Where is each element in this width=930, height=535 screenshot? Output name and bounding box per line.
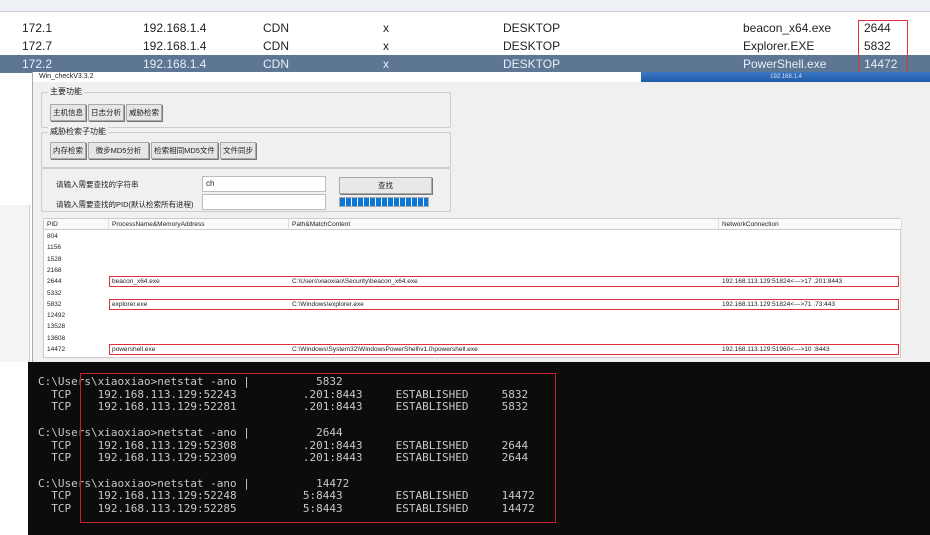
table-row[interactable]: 2168	[44, 265, 902, 276]
cell-pid: 1528	[47, 255, 62, 263]
main-functions-group: 主要功能 主机信息 日志分析 威胁检索	[41, 86, 451, 128]
cell-user: x	[383, 39, 389, 53]
col-network[interactable]: NetworkConnection	[719, 219, 902, 230]
cell-host: CDN	[263, 57, 289, 71]
cell-pid: 804	[47, 233, 58, 240]
session-row[interactable]: 172.1 192.168.1.4 CDN x DESKTOP beacon_x64.ex…	[0, 19, 930, 37]
table-row[interactable]: 5332	[44, 288, 902, 299]
cell-int_ip: 192.168.1.4	[143, 21, 207, 35]
same-md5-search-button[interactable]: 检索相同MD5文件	[151, 142, 218, 159]
string-label: 请输入需要查找的字符串	[56, 180, 139, 189]
cell-process: PowerShell.exe	[743, 57, 827, 71]
pid-input[interactable]	[202, 194, 326, 210]
table-row[interactable]: 5832 explorer.exe C:\Windows\explorer.exe 1…	[44, 298, 902, 310]
string-input[interactable]: ch	[202, 176, 326, 192]
table-row[interactable]: 12492	[44, 310, 902, 321]
cell-computer: DESKTOP	[503, 57, 561, 71]
cell-ext_ip: 172.2	[22, 57, 53, 71]
cell-process: Explorer.EXE	[743, 39, 815, 53]
table-row[interactable]: 13608	[44, 333, 902, 344]
table-row[interactable]: 14472 powershell.exe C:\Windows\System32\W…	[44, 344, 902, 355]
table-row[interactable]: 1156	[44, 242, 902, 253]
top-table-header	[0, 0, 930, 12]
session-row[interactable]: 172.7 192.168.1.4 CDN x DESKTOP Explorer.EXE 5…	[0, 37, 930, 55]
cell-ext_ip: 172.1	[22, 21, 53, 35]
cell-computer: DESKTOP	[503, 39, 561, 53]
netstat-highlight	[80, 373, 556, 523]
cell-user: x	[383, 57, 389, 71]
cell-computer: DESKTOP	[503, 21, 561, 35]
left-partial-panel	[0, 205, 30, 362]
cell-int_ip: 192.168.1.4	[143, 57, 207, 71]
search-progress-bar	[339, 197, 429, 207]
cell-pid: 14472	[47, 346, 66, 353]
cell-pid: 12492	[47, 312, 66, 320]
cell-int_ip: 192.168.1.4	[143, 39, 207, 53]
memory-search-button[interactable]: 内存检索	[50, 142, 86, 159]
cell-host: CDN	[263, 21, 289, 35]
find-button[interactable]: 查找	[339, 177, 432, 194]
row-highlight	[109, 344, 899, 355]
cell-user: x	[383, 21, 389, 35]
row-highlight	[109, 298, 899, 310]
session-ip: 192.168.1.4	[770, 74, 802, 80]
table-row[interactable]: 13528	[44, 321, 902, 332]
md5-analysis-button[interactable]: 微步MD5分析	[88, 142, 149, 159]
session-row[interactable]: 172.2 192.168.1.4 CDN x DESKTOP PowerShell.ex…	[0, 55, 930, 73]
group-label: 主要功能	[48, 86, 84, 97]
cell-pid: 13608	[47, 334, 66, 342]
file-sync-button[interactable]: 文件同步	[220, 142, 256, 159]
cell-ext_ip: 172.7	[22, 39, 53, 53]
log-analysis-button[interactable]: 日志分析	[88, 104, 124, 121]
host-info-button[interactable]: 主机信息	[50, 104, 86, 121]
search-group: 请输入需要查找的字符串 ch 请输入需要查找的PID(默认检索所有进程) 查找	[41, 168, 451, 212]
col-process-name[interactable]: ProcessName&MemoryAddress	[109, 219, 289, 230]
table-row[interactable]: 804	[44, 231, 902, 242]
group-label: 威胁检索子功能	[48, 126, 108, 137]
cell-pid: 13528	[47, 323, 66, 331]
col-path[interactable]: Path&MatchContent	[289, 219, 719, 230]
cell-pid: 2644	[47, 278, 62, 286]
pid-label: 请输入需要查找的PID(默认检索所有进程)	[56, 200, 194, 209]
app-title: Win_checkV3.3.2	[39, 73, 94, 80]
results-table: PID ProcessName&MemoryAddress Path&Match…	[43, 218, 902, 358]
cell-pid: 1156	[47, 244, 61, 252]
table-row[interactable]: 1528	[44, 254, 902, 265]
threat-sub-functions-group: 威胁检索子功能 内存检索 微步MD5分析 检索相同MD5文件 文件同步	[41, 126, 451, 168]
win-check-window: Win_checkV3.3.2 192.168.1.4 主要功能 主机信息 日志…	[32, 72, 930, 362]
cmd-terminal[interactable]: C:\Users\xiaoxiao>netstat -ano | 5832 TC…	[28, 362, 930, 535]
cell-host: CDN	[263, 39, 289, 53]
threat-search-button[interactable]: 威胁检索	[126, 104, 162, 121]
session-tab-bar[interactable]: 192.168.1.4	[641, 72, 930, 82]
cell-pid: 2168	[47, 266, 62, 274]
cell-pid: 5332	[47, 289, 62, 297]
cell-process: beacon_x64.exe	[743, 21, 832, 35]
col-pid[interactable]: PID	[44, 219, 109, 230]
row-highlight	[109, 276, 899, 288]
table-row[interactable]: 2644 beacon_x64.exe C:\Users\xiaoxiao\Secu…	[44, 276, 902, 288]
pid-highlight	[858, 20, 908, 74]
cell-pid: 5832	[47, 300, 62, 308]
